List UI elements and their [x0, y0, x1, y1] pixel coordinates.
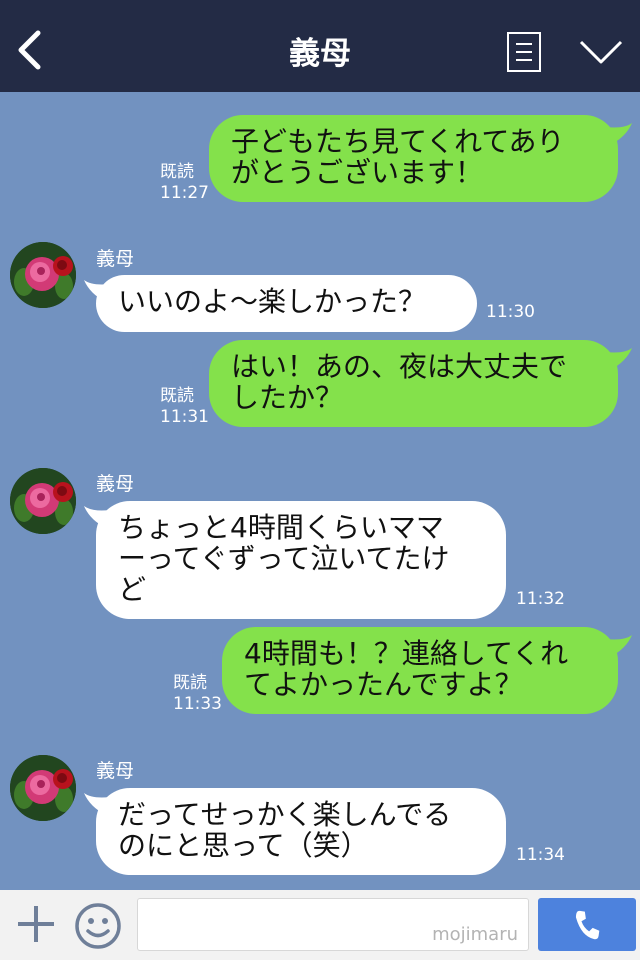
message-line: したか？	[231, 381, 344, 414]
message-line: てよかったんですよ？	[244, 668, 523, 701]
chat-header: 義母	[0, 0, 640, 92]
timestamp: 11:27	[160, 183, 209, 203]
read-receipt: 既読	[160, 162, 194, 182]
message-line: ちょっと4時間くらいママ	[118, 511, 444, 544]
avatar[interactable]	[10, 468, 76, 534]
message-line: 4時間も！？連絡してくれ	[244, 637, 569, 670]
phone-icon	[575, 910, 600, 940]
menu-icon[interactable]	[507, 32, 541, 72]
message-line: 子どもたち見てくれてあり	[231, 125, 565, 158]
timestamp: 11:30	[486, 302, 535, 322]
call-button[interactable]	[538, 898, 636, 951]
message-line: いいのよ～楽しかった？	[118, 285, 427, 318]
timestamp: 11:31	[160, 407, 209, 427]
message-line: がとうございます！	[231, 156, 484, 189]
chat-title: 義母	[289, 36, 351, 72]
message-meta: 既読 11:27	[160, 162, 209, 204]
received-message-bubble[interactable]: ちょっと4時間くらいママ ーってぐずって泣いてたけ ど	[96, 501, 506, 619]
bubble-tail	[606, 123, 632, 145]
watermark: mojimaru	[432, 924, 518, 945]
chat-area[interactable]: 既読 11:27 子どもたち見てくれてあり がとうございます！ 義母 いいのよ～…	[0, 92, 640, 890]
message-line: のにと思って（笑）	[118, 829, 369, 862]
read-receipt: 既読	[160, 386, 194, 406]
sender-name: 義母	[96, 760, 135, 782]
bubble-tail	[606, 635, 632, 657]
timestamp: 11:34	[516, 845, 565, 865]
message-input[interactable]: mojimaru	[137, 898, 529, 951]
rose-avatar-image	[10, 755, 76, 821]
timestamp: 11:32	[516, 589, 565, 609]
avatar[interactable]	[10, 242, 76, 308]
message-line: ーってぐずって泣いてたけ	[118, 542, 450, 575]
rose-avatar-image	[10, 468, 76, 534]
sent-message-bubble[interactable]: はい！あの、夜は大丈夫で したか？	[209, 340, 618, 427]
sent-message-bubble[interactable]: 子どもたち見てくれてあり がとうございます！	[209, 115, 618, 202]
read-receipt: 既読	[173, 673, 207, 693]
smile-icon[interactable]	[74, 902, 122, 950]
timestamp: 11:33	[173, 694, 222, 714]
bubble-tail	[606, 348, 632, 370]
plus-icon[interactable]	[16, 904, 56, 944]
rose-avatar-image	[10, 242, 76, 308]
avatar[interactable]	[10, 755, 76, 821]
message-line: ど	[118, 573, 147, 606]
received-message-bubble[interactable]: だってせっかく楽しんでる のにと思って（笑）	[96, 788, 506, 875]
sender-name: 義母	[96, 248, 135, 270]
sender-name: 義母	[96, 473, 135, 495]
message-line: はい！あの、夜は大丈夫で	[231, 350, 568, 383]
message-meta: 既読 11:31	[160, 386, 209, 428]
sent-message-bubble[interactable]: 4時間も！？連絡してくれ てよかったんですよ？	[222, 627, 618, 714]
message-meta: 既読 11:33	[173, 673, 222, 715]
received-message-bubble[interactable]: いいのよ～楽しかった？	[96, 275, 477, 332]
chevron-down-icon[interactable]	[578, 36, 624, 66]
message-line: だってせっかく楽しんでる	[118, 798, 452, 831]
